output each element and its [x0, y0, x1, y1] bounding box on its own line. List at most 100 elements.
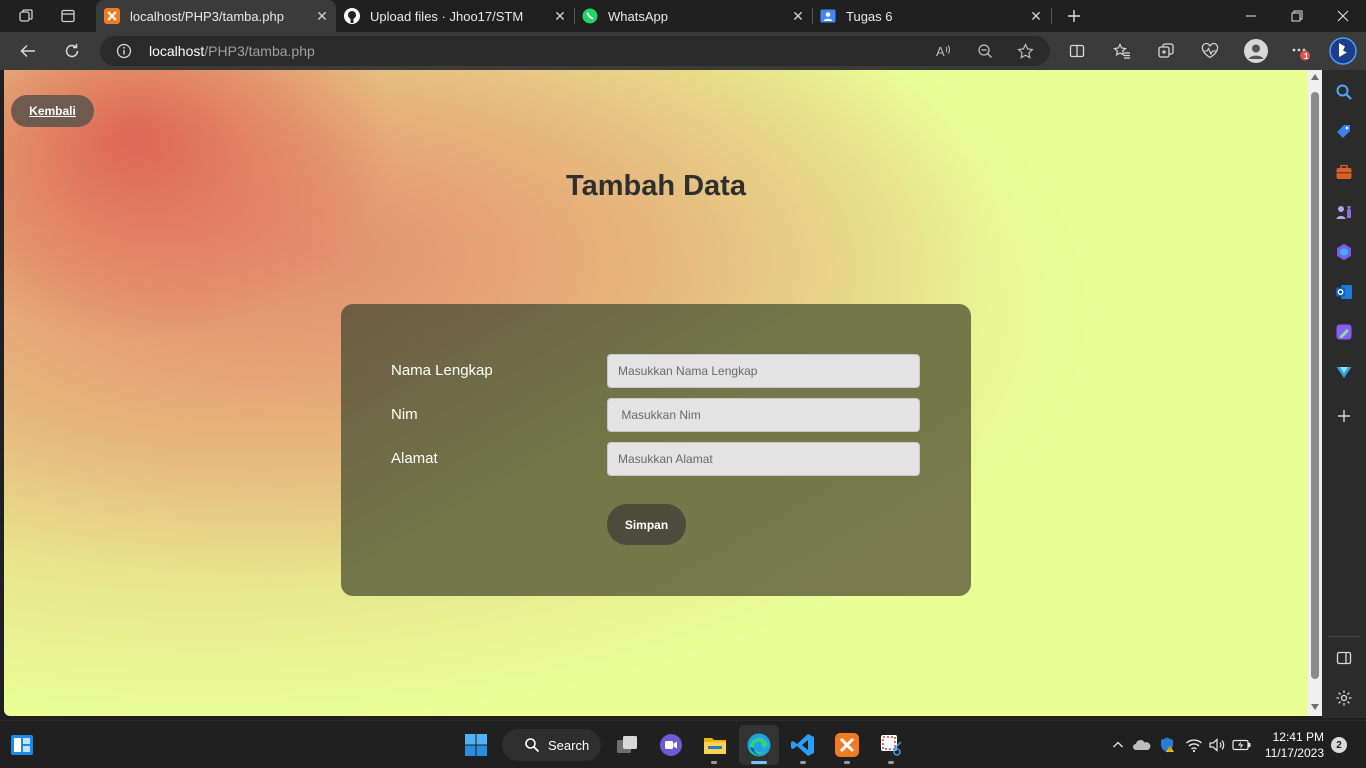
- sidebar-divider: [1328, 636, 1360, 637]
- workspaces-icon[interactable]: [12, 4, 40, 28]
- bing-copilot-icon[interactable]: [1328, 37, 1358, 65]
- svg-text:A: A: [936, 44, 945, 59]
- nim-input[interactable]: [607, 398, 920, 432]
- sidebar-hide-panel-icon[interactable]: [1334, 648, 1354, 668]
- security-shield-icon[interactable]: !: [1157, 735, 1177, 755]
- url-text: localhost/PHP3/tamba.php: [149, 43, 315, 59]
- tab-actions-icon[interactable]: [54, 4, 82, 28]
- back-arrow-icon[interactable]: [13, 37, 43, 65]
- start-windows-icon[interactable]: [462, 731, 490, 759]
- sidebar-shopping-tag-icon[interactable]: [1334, 122, 1354, 142]
- close-tab-icon[interactable]: ✕: [1028, 8, 1044, 24]
- url-host: localhost: [149, 43, 205, 59]
- scroll-down-arrow-icon[interactable]: [1311, 704, 1319, 710]
- read-aloud-icon[interactable]: A: [933, 41, 955, 61]
- sidebar-tools-briefcase-icon[interactable]: [1334, 162, 1354, 182]
- xampp-favicon-icon: [104, 8, 120, 24]
- add-data-form: Nama Lengkap Nim Alamat Simpan: [341, 304, 971, 596]
- tab-title: Upload files · Jhoo17/STM: [370, 8, 524, 24]
- tab-title: localhost/PHP3/tamba.php: [130, 8, 284, 24]
- sidebar-outlook-icon[interactable]: [1334, 282, 1354, 302]
- refresh-icon[interactable]: [57, 37, 87, 65]
- github-favicon-icon: [344, 8, 360, 24]
- page-scrollbar[interactable]: [1308, 70, 1322, 716]
- scroll-thumb[interactable]: [1311, 92, 1319, 679]
- zoom-out-icon[interactable]: [974, 41, 996, 61]
- browser-essentials-icon[interactable]: [1195, 37, 1225, 65]
- page-viewport: Kembali Tambah Data Nama Lengkap Nim Ala…: [4, 70, 1308, 716]
- favorite-star-icon[interactable]: [1014, 41, 1036, 61]
- taskbar-search[interactable]: Search: [502, 729, 601, 761]
- browser-tab-strip: localhost/PHP3/tamba.php ✕ Upload files …: [0, 0, 1366, 32]
- favorites-icon[interactable]: [1107, 37, 1137, 65]
- close-tab-icon[interactable]: ✕: [790, 8, 806, 24]
- sidebar-search-icon[interactable]: [1334, 82, 1354, 102]
- system-clock[interactable]: 12:41 PM 11/17/2023: [1262, 729, 1324, 761]
- sidebar-settings-gear-icon[interactable]: [1334, 688, 1354, 708]
- notification-badge-count: 1: [1304, 52, 1309, 61]
- new-tab-icon[interactable]: [1060, 4, 1088, 28]
- more-options-icon[interactable]: 1: [1285, 37, 1315, 65]
- notification-count-badge[interactable]: 2: [1331, 737, 1347, 753]
- running-indicator: [800, 761, 806, 764]
- alamat-input[interactable]: [607, 442, 920, 476]
- tab-github[interactable]: Upload files · Jhoo17/STM ✕: [336, 0, 574, 32]
- sidebar-office-icon[interactable]: [1334, 242, 1354, 262]
- profile-avatar-icon[interactable]: [1241, 37, 1271, 65]
- page-title: Tambah Data: [566, 170, 746, 202]
- snipping-tool-icon[interactable]: [877, 731, 905, 759]
- edge-browser-icon[interactable]: [745, 731, 773, 759]
- restore-icon[interactable]: [1274, 0, 1320, 32]
- sidebar-games-icon[interactable]: [1334, 202, 1354, 222]
- address-bar[interactable]: localhost/PHP3/tamba.php A: [100, 36, 1050, 66]
- sidebar-drop-icon[interactable]: [1334, 362, 1354, 382]
- site-info-icon[interactable]: [116, 43, 132, 59]
- close-tab-icon[interactable]: ✕: [552, 8, 568, 24]
- kembali-button[interactable]: Kembali: [11, 95, 94, 127]
- taskbar-search-label: Search: [548, 737, 590, 753]
- nim-label: Nim: [391, 406, 418, 423]
- classroom-favicon-icon: [820, 8, 836, 24]
- show-hidden-icons-chevron-icon[interactable]: [1108, 735, 1128, 755]
- close-tab-icon[interactable]: ✕: [314, 8, 330, 24]
- taskbar-search-icon: [525, 738, 540, 753]
- url-path: /PHP3/tamba.php: [204, 43, 315, 59]
- tab-title: WhatsApp: [608, 8, 668, 24]
- active-indicator: [751, 761, 767, 764]
- tab-tugas[interactable]: Tugas 6 ✕: [812, 0, 1050, 32]
- browser-toolbar: localhost/PHP3/tamba.php A 1: [0, 32, 1366, 70]
- minimize-icon[interactable]: [1228, 0, 1274, 32]
- collections-icon[interactable]: [1151, 37, 1181, 65]
- sidebar-add-icon[interactable]: [1334, 406, 1354, 426]
- nama-lengkap-input[interactable]: [607, 354, 920, 388]
- split-screen-icon[interactable]: [1062, 37, 1092, 65]
- tab-title: Tugas 6: [846, 8, 893, 24]
- tab-localhost[interactable]: localhost/PHP3/tamba.php ✕: [96, 0, 336, 32]
- windows-taskbar: Search ! 12:41 PM 11/17/2023 2: [0, 720, 1366, 768]
- clock-time: 12:41 PM: [1272, 730, 1324, 744]
- clock-date: 11/17/2023: [1264, 746, 1324, 760]
- teams-chat-icon[interactable]: [657, 731, 685, 759]
- tab-whatsapp[interactable]: WhatsApp ✕: [574, 0, 812, 32]
- volume-icon[interactable]: [1207, 735, 1227, 755]
- nama-lengkap-label: Nama Lengkap: [391, 362, 493, 379]
- sidebar-designer-icon[interactable]: [1334, 322, 1354, 342]
- whatsapp-favicon-icon: [582, 8, 598, 24]
- widgets-icon[interactable]: [8, 731, 36, 759]
- wifi-icon[interactable]: [1184, 735, 1204, 755]
- simpan-button[interactable]: Simpan: [607, 504, 686, 545]
- task-view-icon[interactable]: [613, 731, 641, 759]
- running-indicator: [844, 761, 850, 764]
- scroll-up-arrow-icon[interactable]: [1311, 74, 1319, 80]
- file-explorer-icon[interactable]: [701, 731, 729, 759]
- alamat-label: Alamat: [391, 450, 438, 467]
- close-window-icon[interactable]: [1320, 0, 1366, 32]
- running-indicator: [711, 761, 717, 764]
- onedrive-icon[interactable]: [1132, 735, 1152, 755]
- vscode-icon[interactable]: [789, 731, 817, 759]
- edge-sidebar: [1322, 70, 1366, 718]
- running-indicator: [888, 761, 894, 764]
- battery-charging-icon[interactable]: [1232, 735, 1252, 755]
- xampp-icon[interactable]: [833, 731, 861, 759]
- svg-text:!: !: [1169, 747, 1170, 753]
